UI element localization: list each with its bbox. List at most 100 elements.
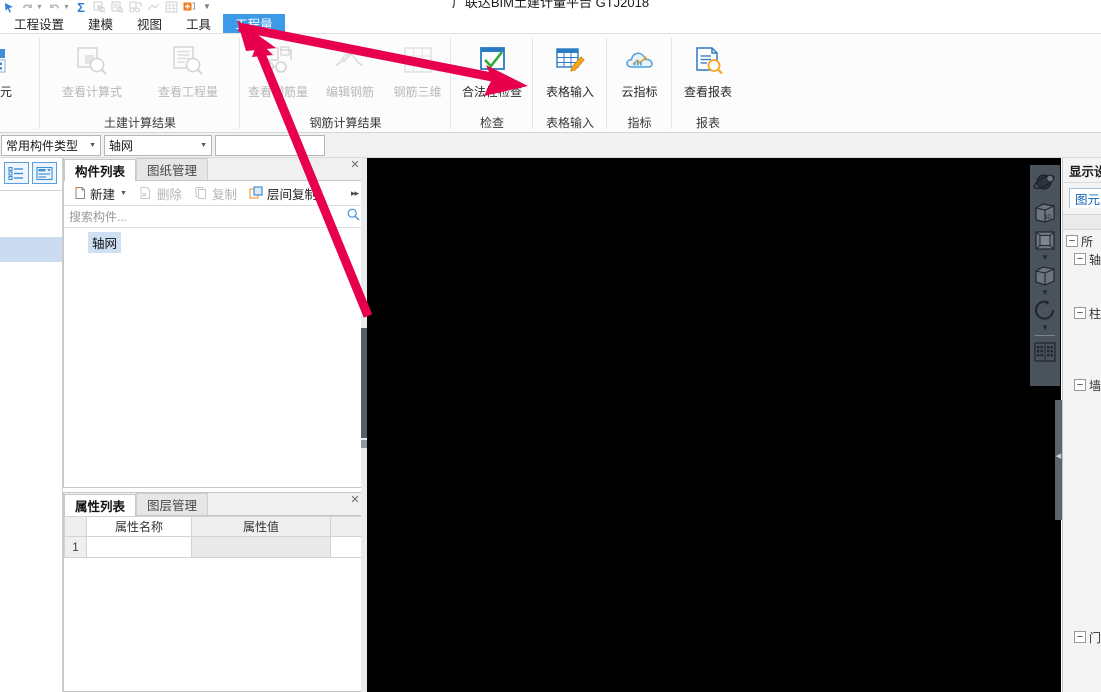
- col-index: [64, 516, 87, 537]
- tab-property-list[interactable]: 属性列表: [64, 494, 137, 516]
- menu-bar: 工程设置 建模 视图 工具 工程量: [0, 14, 1101, 34]
- rebar-3d-icon: [400, 44, 436, 78]
- menu-item-project-settings[interactable]: 工程设置: [2, 14, 76, 33]
- delete-component-label: 删除: [156, 187, 182, 202]
- tab-component-list[interactable]: 构件列表: [64, 159, 137, 181]
- view-formula-icon: [74, 44, 110, 78]
- close-icon[interactable]: ✕: [348, 159, 362, 171]
- delete-component-button[interactable]: 删除: [134, 182, 187, 204]
- rotate-caret[interactable]: ▼: [1041, 323, 1049, 332]
- orbit-icon[interactable]: [1032, 169, 1058, 199]
- view-box-icon[interactable]: [1032, 262, 1058, 288]
- row-property-value[interactable]: [191, 536, 331, 558]
- tree-row[interactable]: − 柱: [1063, 304, 1101, 322]
- tree-label: 门: [1089, 630, 1101, 645]
- layers-grid-icon[interactable]: [1032, 339, 1058, 365]
- list-view-icon[interactable]: [4, 162, 29, 184]
- menu-item-quantity[interactable]: 工程量: [223, 14, 285, 33]
- table-row[interactable]: 1: [64, 536, 365, 558]
- col-tail: [330, 516, 365, 537]
- ribbon-group-civil-results-name: 土建计算结果: [103, 115, 176, 130]
- view-formula-button[interactable]: 查看计算式: [44, 38, 140, 100]
- ribbon-group-check: 合法性检查 检查: [451, 34, 533, 133]
- expander-icon[interactable]: −: [1066, 235, 1078, 247]
- edit-rebar-label: 编辑钢筋: [325, 85, 374, 99]
- ribbon-group-civil-results: 查看计算式 查看工程量 土建计算结果: [40, 34, 240, 133]
- tab-layer-management[interactable]: 图层管理: [136, 493, 209, 515]
- table-header-row: 属性名称 属性值: [64, 516, 365, 537]
- tree-row[interactable]: − 门: [1063, 628, 1101, 646]
- view-rebar-qty-button[interactable]: 查看钢筋量: [240, 38, 316, 100]
- close-icon[interactable]: ✕: [348, 494, 362, 506]
- cloud-indicator-icon: [622, 44, 658, 78]
- component-search-row[interactable]: 搜索构件...: [64, 206, 365, 228]
- view-3d-icon[interactable]: 3D: [1032, 199, 1058, 227]
- extra-dropdown[interactable]: [215, 134, 325, 156]
- cloud-indicator-label: 云指标: [621, 85, 658, 99]
- select-element-icon: [0, 44, 12, 78]
- copy-component-button[interactable]: 复制: [189, 182, 242, 204]
- new-component-button[interactable]: 新建 ▼: [67, 182, 132, 204]
- chevron-down-icon: ▼: [89, 141, 96, 149]
- component-dropdown[interactable]: 轴网 ▼: [104, 134, 212, 156]
- detail-view-icon[interactable]: [32, 162, 57, 184]
- expander-icon[interactable]: −: [1074, 379, 1086, 391]
- menu-item-tools[interactable]: 工具: [174, 14, 223, 33]
- ribbon-group-indicator: 云指标 指标: [607, 34, 672, 133]
- ribbon-group-rebar-results-name: 钢筋计算结果: [309, 115, 382, 130]
- search-icon[interactable]: [347, 208, 360, 226]
- view-rebar-qty-icon: [260, 44, 296, 78]
- table-input-button[interactable]: 表格输入: [533, 38, 607, 100]
- tree-row[interactable]: − 墙: [1063, 376, 1101, 394]
- ribbon-group-table-input: 表格输入 表格输入: [533, 34, 607, 133]
- left-view-strip: [0, 158, 63, 692]
- chevron-down-icon[interactable]: ▼: [120, 190, 127, 197]
- row-property-name[interactable]: [86, 536, 192, 558]
- tab-element-display[interactable]: 图元显示: [1069, 188, 1101, 208]
- right-panel-collapse-handle[interactable]: [1055, 400, 1062, 520]
- property-table: 属性名称 属性值 1: [64, 516, 365, 558]
- view-quantity-button[interactable]: 查看工程量: [140, 38, 236, 100]
- category-dropdown[interactable]: 常用构件类型 ▼: [1, 134, 101, 156]
- view-rebar-qty-label: 查看钢筋量: [247, 85, 308, 99]
- menu-item-modeling[interactable]: 建模: [76, 14, 125, 33]
- tree-row[interactable]: − 所: [1063, 232, 1101, 250]
- copy-between-floors-label: 层间复制: [266, 187, 317, 202]
- tree-row[interactable]: − 轴: [1063, 250, 1101, 268]
- search-input[interactable]: 搜索构件...: [69, 208, 347, 225]
- ribbon-group-table-input-name: 表格输入: [545, 115, 594, 130]
- expander-icon[interactable]: −: [1074, 307, 1086, 319]
- view-cube-icon[interactable]: [1032, 227, 1058, 253]
- edit-rebar-button[interactable]: 编辑钢筋: [316, 38, 384, 100]
- view-cube-caret[interactable]: ▼: [1041, 253, 1049, 262]
- select-element-button[interactable]: 中图元: [0, 38, 14, 100]
- view-box-caret[interactable]: ▼: [1041, 288, 1049, 297]
- property-panel-tabs: 属性列表 图层管理: [64, 493, 365, 516]
- left-strip-divider: [0, 190, 62, 191]
- list-item[interactable]: 轴网: [88, 232, 122, 253]
- expander-icon[interactable]: −: [1074, 631, 1086, 643]
- view-report-button[interactable]: 查看报表: [672, 38, 744, 100]
- expander-icon[interactable]: −: [1074, 253, 1086, 265]
- rebar-3d-button[interactable]: 钢筋三维: [384, 38, 451, 100]
- menu-item-view[interactable]: 视图: [125, 14, 174, 33]
- view-report-icon: [690, 44, 726, 78]
- rotate-icon[interactable]: [1032, 297, 1058, 323]
- copy-between-floors-button[interactable]: 层间复制: [244, 182, 322, 204]
- cloud-indicator-button[interactable]: 云指标: [607, 38, 672, 100]
- legality-check-button[interactable]: 合法性检查: [451, 38, 533, 100]
- tab-drawing-management[interactable]: 图纸管理: [136, 158, 209, 180]
- delete-icon: [139, 186, 154, 201]
- left-strip-selected-row[interactable]: [0, 237, 62, 262]
- drawing-canvas[interactable]: [367, 158, 1061, 692]
- display-settings-title: 显示设置: [1063, 158, 1101, 183]
